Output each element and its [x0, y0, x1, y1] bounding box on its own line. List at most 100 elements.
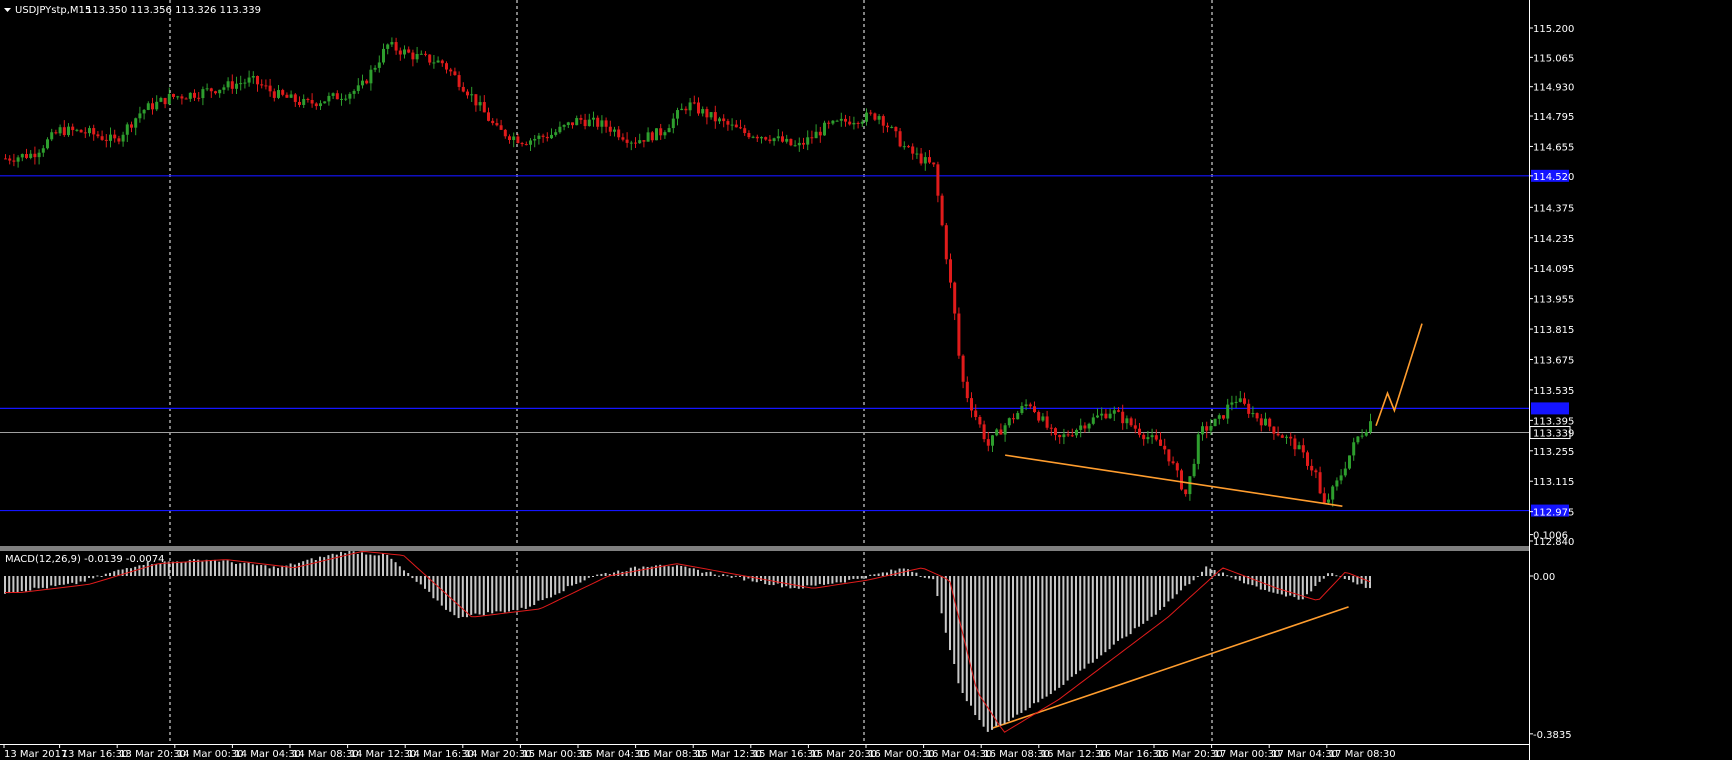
- candle-body: [209, 88, 213, 92]
- candle-body: [432, 62, 436, 64]
- candle-body: [1112, 410, 1116, 414]
- macd-bar: [533, 576, 536, 606]
- candle-body: [1062, 434, 1066, 438]
- candle-body: [1339, 475, 1343, 481]
- macd-bar: [856, 576, 859, 579]
- macd-bar: [562, 576, 565, 592]
- horizontal-level-tag: [1531, 402, 1569, 415]
- candle-body: [369, 69, 373, 84]
- candle-body: [1033, 406, 1036, 413]
- macd-bar: [1033, 576, 1035, 704]
- macd-bar: [1049, 576, 1052, 695]
- candle-body: [1234, 401, 1238, 403]
- candle-body: [327, 95, 331, 102]
- candle-body: [319, 103, 322, 107]
- macd-bar: [331, 553, 334, 576]
- candle-body: [193, 92, 196, 98]
- candle-body: [747, 133, 751, 138]
- macd-bar: [1012, 576, 1014, 718]
- macd-bar: [277, 568, 279, 576]
- candle-body: [470, 94, 474, 96]
- macd-bar: [487, 576, 489, 613]
- candle-body: [1188, 476, 1192, 495]
- price-tick-label: 113.115: [1533, 477, 1574, 488]
- macd-bar: [37, 576, 40, 589]
- macd-bar: [541, 576, 544, 601]
- macd-bar: [340, 551, 342, 576]
- macd-bar: [835, 576, 838, 583]
- macd-bar: [537, 576, 540, 601]
- macd-bar: [1360, 576, 1363, 584]
- candle-body: [566, 122, 570, 126]
- candle-body: [571, 122, 574, 126]
- macd-bar: [268, 568, 271, 576]
- candle-body: [390, 42, 394, 45]
- candle-body: [453, 71, 457, 76]
- candle-body: [1264, 418, 1267, 426]
- macd-bar: [377, 555, 380, 576]
- candle-body: [806, 137, 810, 145]
- macd-bar: [58, 576, 61, 586]
- candle-body: [986, 439, 990, 446]
- candle-body: [650, 132, 654, 141]
- candle-body: [1335, 480, 1339, 487]
- macd-bar: [1209, 568, 1212, 576]
- candle-body: [877, 116, 881, 120]
- candle-body: [394, 42, 398, 51]
- candle-body: [537, 135, 541, 139]
- candle-body: [482, 102, 486, 113]
- candle-body: [1054, 428, 1057, 435]
- candle-body: [692, 102, 696, 104]
- macd-bar: [974, 576, 977, 716]
- macd-bar: [281, 565, 284, 576]
- candle-body: [676, 110, 679, 119]
- candle-body: [214, 91, 217, 94]
- candle-body: [1146, 437, 1150, 440]
- candle-body: [491, 120, 495, 124]
- candle-body: [688, 102, 692, 111]
- candle-body: [176, 96, 180, 98]
- macd-bar: [25, 576, 27, 592]
- macd-bar: [881, 572, 884, 576]
- candle-body: [419, 53, 423, 55]
- candle-body: [268, 85, 272, 92]
- macd-bar: [134, 566, 137, 576]
- macd-bar: [852, 576, 855, 579]
- candle-body: [331, 93, 335, 96]
- macd-bar: [617, 570, 620, 576]
- macd-bar: [180, 562, 183, 576]
- candle-body: [818, 131, 822, 136]
- macd-bar: [382, 553, 384, 576]
- macd-bar: [600, 573, 603, 576]
- macd-bar: [352, 551, 355, 576]
- price-chart-window[interactable]: 115.200 115.065 114.930 114.795 114.655 114.5…: [0, 0, 1732, 760]
- ohlc-readout: 113.350 113.356 113.326 113.339: [86, 5, 261, 16]
- candle-body: [247, 77, 251, 83]
- macd-bar: [785, 576, 788, 587]
- candle-body: [781, 136, 784, 142]
- candle-body: [1117, 410, 1120, 412]
- macd-bar: [264, 565, 267, 576]
- macd-bar: [235, 564, 237, 576]
- candle-body: [1259, 418, 1263, 426]
- macd-bar: [1138, 576, 1140, 627]
- candle-body: [755, 136, 759, 139]
- candle-body: [109, 134, 112, 141]
- macd-bar: [848, 576, 851, 580]
- pane-separator-bar[interactable]: [0, 546, 1529, 551]
- candle-body: [159, 97, 163, 102]
- candle-body: [890, 126, 894, 128]
- candle-body: [1348, 455, 1351, 469]
- macd-bar: [810, 576, 813, 586]
- candle-body: [373, 67, 377, 70]
- macd-bar: [1020, 576, 1023, 713]
- candle-body: [172, 93, 175, 97]
- macd-bar: [1201, 571, 1203, 576]
- macd-bar: [491, 576, 494, 614]
- macd-bar: [705, 572, 708, 576]
- candle-body: [1192, 463, 1196, 477]
- candle-body: [646, 132, 650, 142]
- candle-body: [1075, 429, 1078, 436]
- candle-body: [1369, 421, 1372, 433]
- candle-body: [1066, 434, 1070, 436]
